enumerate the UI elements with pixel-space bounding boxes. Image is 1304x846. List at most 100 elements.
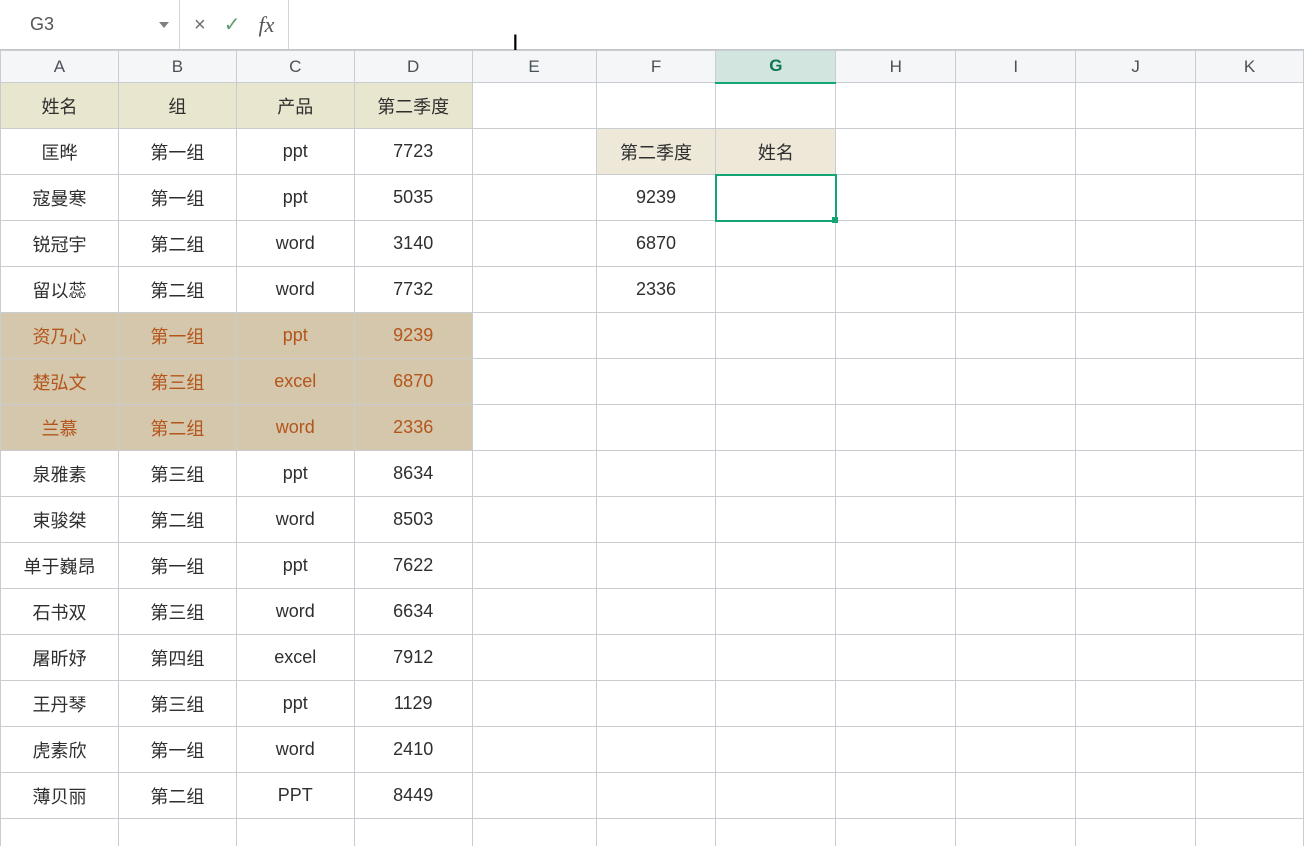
cell-J17[interactable] [1076,819,1196,846]
cell-F14[interactable] [596,681,716,727]
cell-G10[interactable] [716,497,836,543]
cell-K12[interactable] [1196,589,1304,635]
col-header-K[interactable]: K [1196,51,1304,83]
cell-A6[interactable]: 资乃心 [1,313,119,359]
cell-G5[interactable] [716,267,836,313]
cell-K16[interactable] [1196,773,1304,819]
cell-A7[interactable]: 楚弘文 [1,359,119,405]
confirm-icon[interactable]: ✓ [224,15,241,35]
cell-K13[interactable] [1196,635,1304,681]
cell-A3[interactable]: 寇曼寒 [1,175,119,221]
cell-J1[interactable] [1076,83,1196,129]
cell-E14[interactable] [472,681,596,727]
cell-D5[interactable]: 7732 [354,267,472,313]
cell-G16[interactable] [716,773,836,819]
cell-I10[interactable] [956,497,1076,543]
cell-D17[interactable] [354,819,472,846]
cell-K8[interactable] [1196,405,1304,451]
cell-I8[interactable] [956,405,1076,451]
cell-E10[interactable] [472,497,596,543]
cell-K6[interactable] [1196,313,1304,359]
cell-F4[interactable]: 6870 [596,221,716,267]
cell-H5[interactable] [836,267,956,313]
cell-K14[interactable] [1196,681,1304,727]
cell-G7[interactable] [716,359,836,405]
cell-B6[interactable]: 第一组 [118,313,236,359]
cell-A16[interactable]: 薄贝丽 [1,773,119,819]
cell-F6[interactable] [596,313,716,359]
cell-D1[interactable]: 第二季度 [354,83,472,129]
cell-H7[interactable] [836,359,956,405]
cell-C10[interactable]: word [236,497,354,543]
cell-A14[interactable]: 王丹琴 [1,681,119,727]
col-header-A[interactable]: A [1,51,119,83]
cell-A4[interactable]: 锐冠宇 [1,221,119,267]
cell-F9[interactable] [596,451,716,497]
cell-D9[interactable]: 8634 [354,451,472,497]
cell-H17[interactable] [836,819,956,846]
cell-F1[interactable] [596,83,716,129]
cell-B5[interactable]: 第二组 [118,267,236,313]
cell-H3[interactable] [836,175,956,221]
cell-F3[interactable]: 9239 [596,175,716,221]
cell-B16[interactable]: 第二组 [118,773,236,819]
cell-H2[interactable] [836,129,956,175]
cell-I12[interactable] [956,589,1076,635]
grid-table[interactable]: A B C D E F G H I J K 姓名 组 产品 第二季度 [0,50,1304,846]
cell-B1[interactable]: 组 [118,83,236,129]
cell-F17[interactable] [596,819,716,846]
cell-B4[interactable]: 第二组 [118,221,236,267]
cell-I4[interactable] [956,221,1076,267]
cell-D8[interactable]: 2336 [354,405,472,451]
cell-I7[interactable] [956,359,1076,405]
cell-I6[interactable] [956,313,1076,359]
cell-E11[interactable] [472,543,596,589]
cell-F15[interactable] [596,727,716,773]
col-header-I[interactable]: I [956,51,1076,83]
cell-I16[interactable] [956,773,1076,819]
cell-B3[interactable]: 第一组 [118,175,236,221]
cell-A12[interactable]: 石书双 [1,589,119,635]
cell-A17[interactable] [1,819,119,846]
cell-D16[interactable]: 8449 [354,773,472,819]
cell-F8[interactable] [596,405,716,451]
cell-H9[interactable] [836,451,956,497]
cell-G11[interactable] [716,543,836,589]
cell-J12[interactable] [1076,589,1196,635]
cell-D10[interactable]: 8503 [354,497,472,543]
cell-C3[interactable]: ppt [236,175,354,221]
cell-H4[interactable] [836,221,956,267]
cell-A15[interactable]: 虎素欣 [1,727,119,773]
cell-K5[interactable] [1196,267,1304,313]
cell-B7[interactable]: 第三组 [118,359,236,405]
name-box[interactable] [28,13,128,36]
cell-C11[interactable]: ppt [236,543,354,589]
cell-J11[interactable] [1076,543,1196,589]
cell-H13[interactable] [836,635,956,681]
cell-D3[interactable]: 5035 [354,175,472,221]
cell-D13[interactable]: 7912 [354,635,472,681]
cell-A5[interactable]: 留以蕊 [1,267,119,313]
cell-K7[interactable] [1196,359,1304,405]
col-header-H[interactable]: H [836,51,956,83]
cell-A13[interactable]: 屠昕妤 [1,635,119,681]
cell-J3[interactable] [1076,175,1196,221]
cell-E13[interactable] [472,635,596,681]
cell-C7[interactable]: excel [236,359,354,405]
cell-G3[interactable] [716,175,836,221]
cell-K1[interactable] [1196,83,1304,129]
cell-F16[interactable] [596,773,716,819]
cell-C4[interactable]: word [236,221,354,267]
cell-H15[interactable] [836,727,956,773]
cell-K17[interactable] [1196,819,1304,846]
cell-K10[interactable] [1196,497,1304,543]
cell-J6[interactable] [1076,313,1196,359]
cell-K2[interactable] [1196,129,1304,175]
cell-D7[interactable]: 6870 [354,359,472,405]
col-header-B[interactable]: B [118,51,236,83]
cell-I2[interactable] [956,129,1076,175]
cell-G8[interactable] [716,405,836,451]
cell-G14[interactable] [716,681,836,727]
cell-I1[interactable] [956,83,1076,129]
cell-I5[interactable] [956,267,1076,313]
